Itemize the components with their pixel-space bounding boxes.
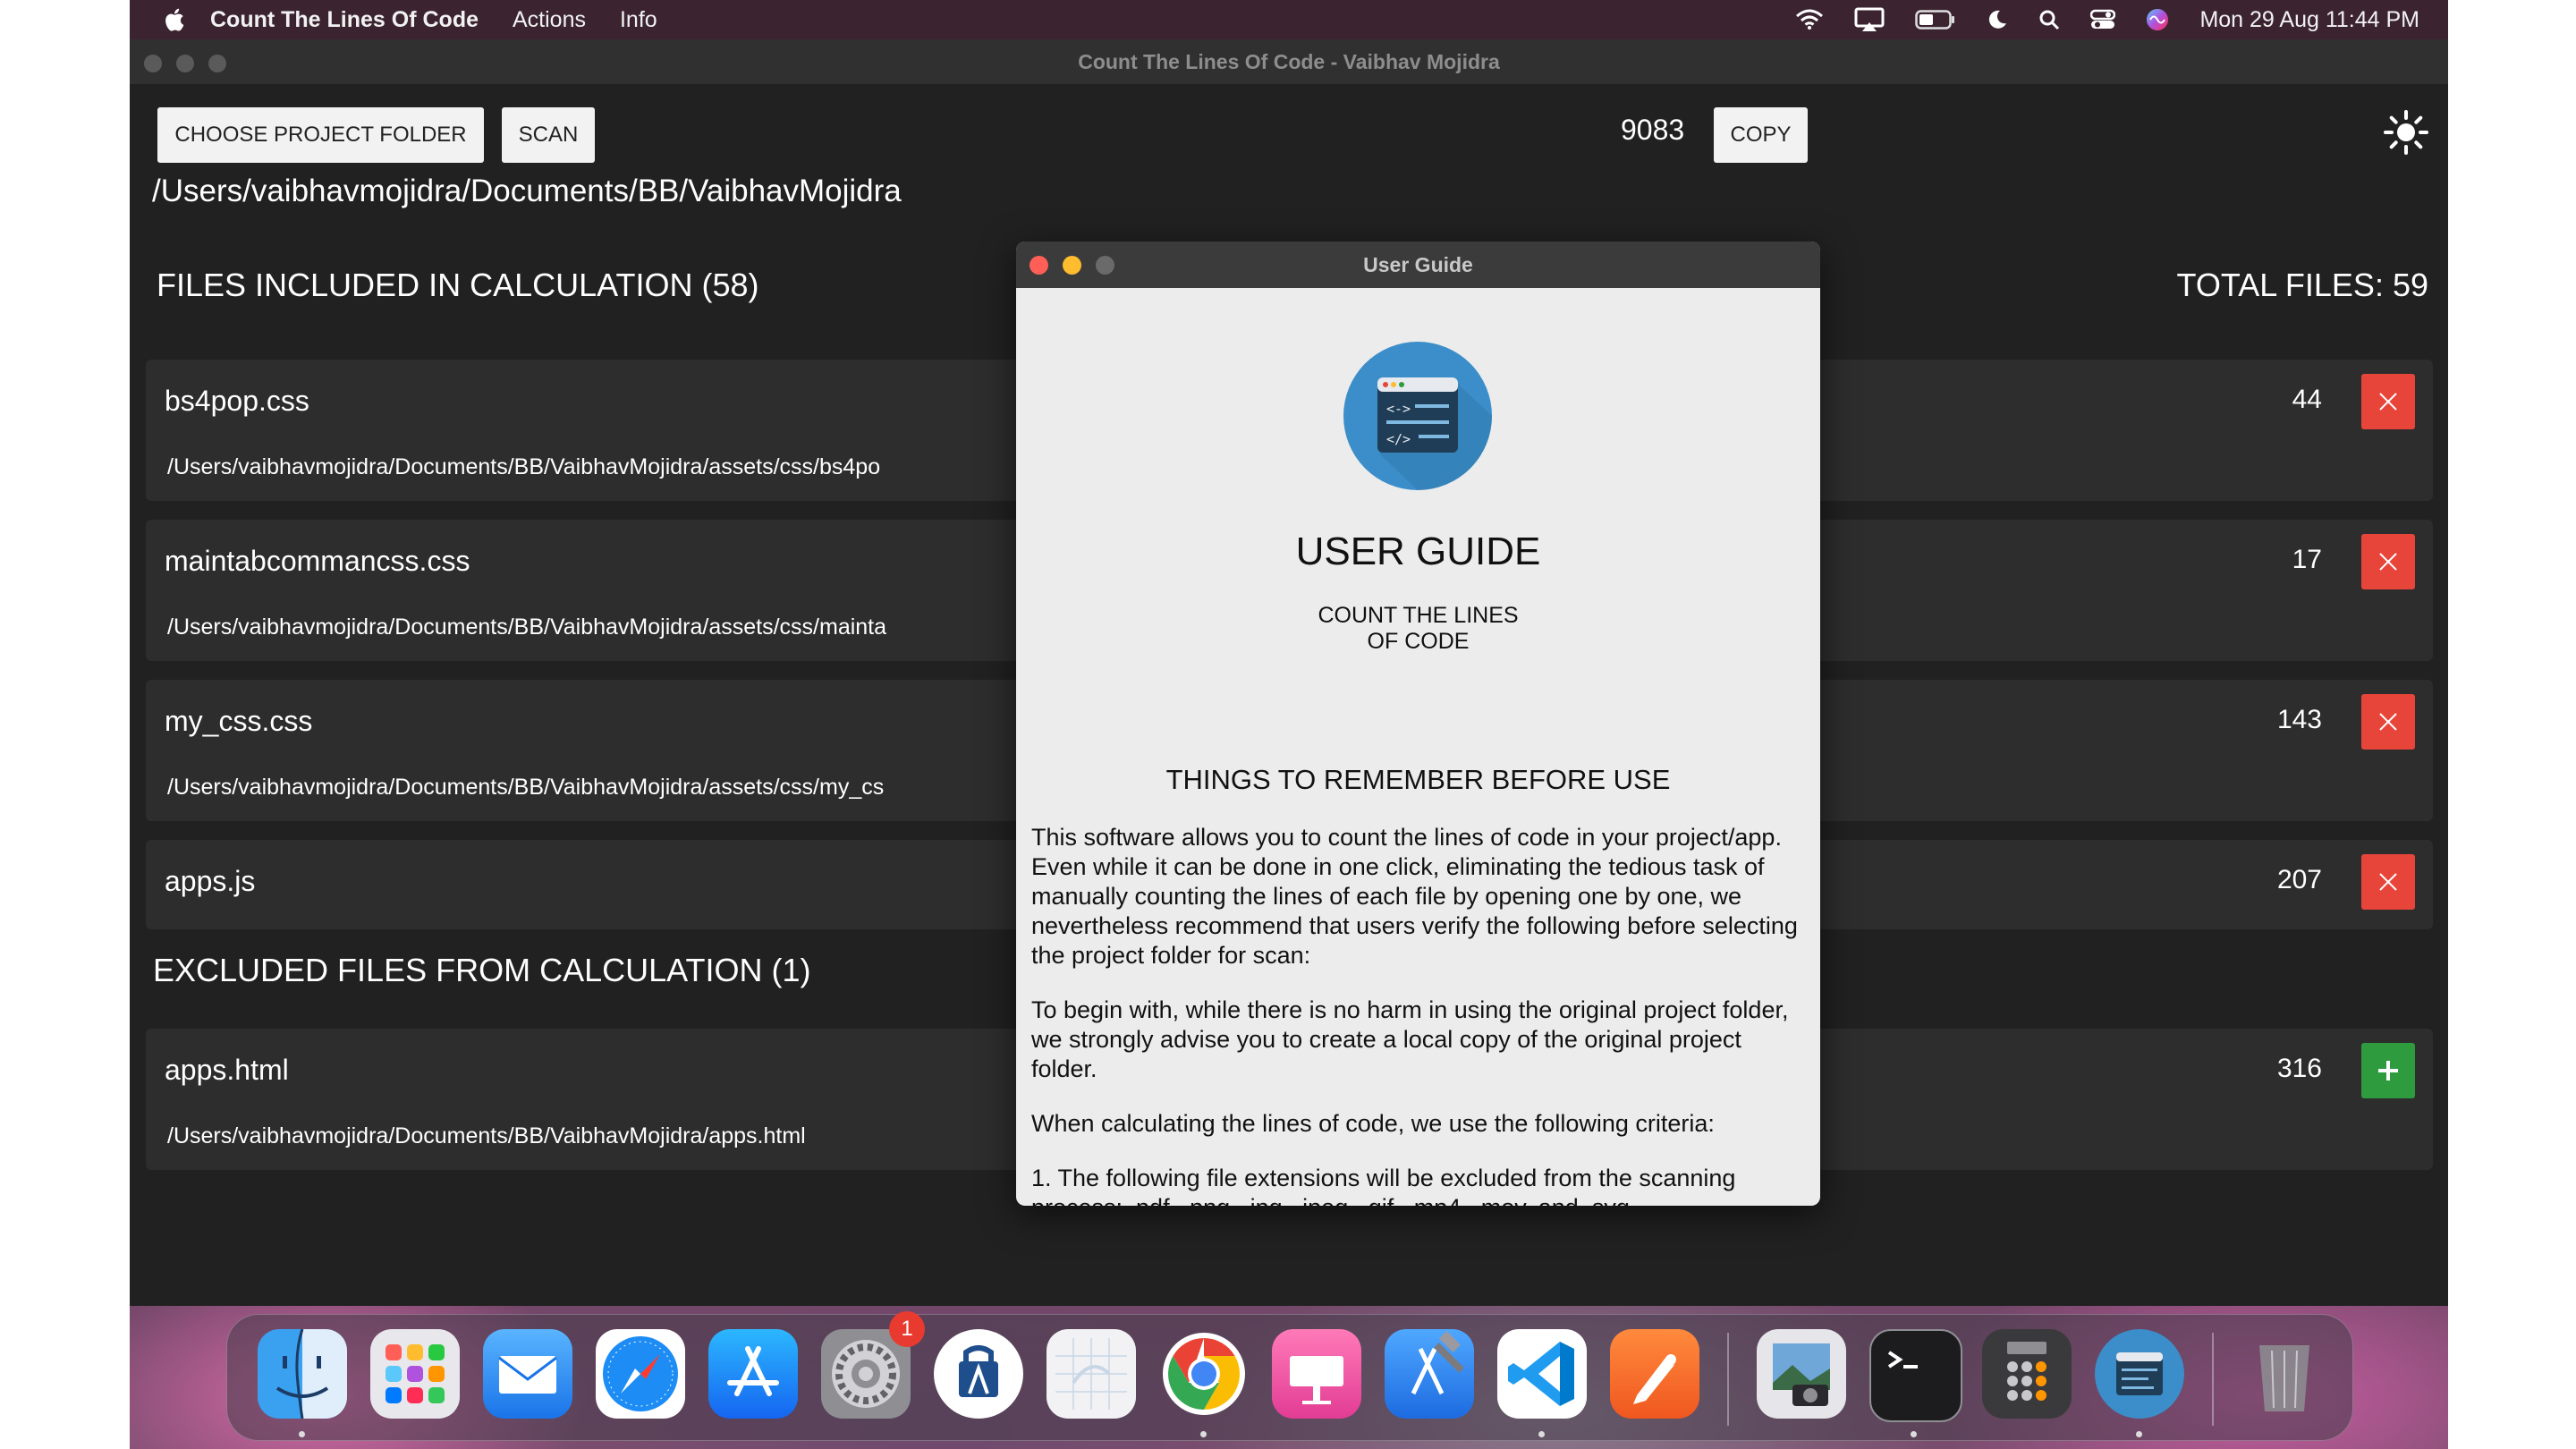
xcode-icon[interactable] bbox=[1385, 1329, 1474, 1419]
choose-project-folder-button[interactable]: CHOOSE PROJECT FOLDER bbox=[157, 107, 484, 163]
file-name: bs4pop.css bbox=[165, 385, 309, 417]
guide-body: This software allows you to count the li… bbox=[1031, 823, 1802, 1206]
menu-bar: Count The Lines Of Code Actions Info Mon… bbox=[130, 0, 2448, 39]
window-title: Count The Lines Of Code - Vaibhav Mojidr… bbox=[1078, 49, 1500, 73]
project-path: /Users/vaibhavmojidra/Documents/BB/Vaibh… bbox=[152, 174, 902, 208]
guide-subtitle-line: OF CODE bbox=[1367, 629, 1470, 654]
file-path: /Users/vaibhavmojidra/Documents/BB/Vaibh… bbox=[167, 775, 885, 800]
menu-clock[interactable]: Mon 29 Aug 11:44 PM bbox=[2199, 7, 2419, 33]
screen-mirroring-icon[interactable] bbox=[1854, 7, 1885, 32]
file-name: apps.js bbox=[165, 865, 256, 897]
file-name: maintabcommancss.css bbox=[165, 545, 470, 577]
include-file-button[interactable] bbox=[2361, 1043, 2415, 1098]
guide-paragraph: To begin with, while there is no harm in… bbox=[1031, 996, 1789, 1082]
terminal-icon[interactable] bbox=[1869, 1329, 1962, 1422]
sketch-icon[interactable] bbox=[1610, 1329, 1699, 1419]
guide-close-button[interactable] bbox=[1030, 256, 1048, 275]
siri-icon[interactable] bbox=[2146, 8, 2169, 31]
svg-text:<->: <-> bbox=[1386, 401, 1411, 417]
trash-icon[interactable] bbox=[2240, 1329, 2329, 1419]
dock-separator bbox=[1727, 1333, 1729, 1426]
guide-section-title: THINGS TO REMEMBER BEFORE USE bbox=[1165, 764, 1671, 795]
file-line-count: 316 bbox=[2276, 1054, 2322, 1083]
file-name: apps.html bbox=[165, 1054, 289, 1086]
notification-badge: 1 bbox=[889, 1311, 925, 1347]
finder-icon[interactable] bbox=[258, 1329, 347, 1419]
close-icon bbox=[2379, 393, 2397, 411]
close-window-button[interactable] bbox=[144, 55, 162, 72]
guide-paragraph: When calculating the lines of code, we u… bbox=[1031, 1110, 1715, 1137]
svg-text:</>: </> bbox=[1386, 431, 1411, 447]
running-indicator bbox=[1911, 1431, 1917, 1437]
excluded-files-heading: EXCLUDED FILES FROM CALCULATION (1) bbox=[153, 952, 811, 988]
theme-toggle-sun-icon[interactable] bbox=[2383, 109, 2429, 156]
guide-content[interactable]: <-> </> USER GUIDE COUNT THE LINES OF CO… bbox=[1016, 288, 1820, 1206]
spotlight-search-icon[interactable] bbox=[2038, 9, 2060, 30]
exclude-file-button[interactable] bbox=[2361, 854, 2415, 910]
file-line-count: 44 bbox=[2292, 385, 2322, 414]
battery-icon[interactable] bbox=[1915, 10, 1956, 30]
file-line-count: 143 bbox=[2276, 705, 2322, 734]
guide-paragraph: This software allows you to count the li… bbox=[1031, 824, 1798, 969]
count-lines-app-icon[interactable] bbox=[2095, 1329, 2184, 1419]
total-lines-count: 9083 bbox=[1621, 114, 1685, 146]
file-path: /Users/vaibhavmojidra/Documents/BB/Vaibh… bbox=[167, 454, 881, 479]
user-guide-window: User Guide <-> </> USER GUIDE COUNT THE … bbox=[1016, 242, 1820, 1206]
guide-paragraph: 1. The following file extensions will be… bbox=[1031, 1165, 1736, 1206]
app-store-icon[interactable] bbox=[708, 1329, 798, 1419]
desktop: Count The Lines Of Code Actions Info Mon… bbox=[130, 0, 2448, 1449]
guide-heading: USER GUIDE bbox=[1295, 530, 1541, 573]
close-icon bbox=[2379, 873, 2397, 891]
scan-button[interactable]: SCAN bbox=[502, 107, 595, 163]
file-path: /Users/vaibhavmojidra/Documents/BB/Vaibh… bbox=[167, 1123, 806, 1148]
launchpad-icon[interactable] bbox=[370, 1329, 460, 1419]
plus-icon bbox=[2378, 1061, 2398, 1080]
visual-studio-code-icon[interactable] bbox=[1497, 1329, 1587, 1419]
menu-info[interactable]: Info bbox=[620, 7, 657, 33]
exclude-file-button[interactable] bbox=[2361, 374, 2415, 429]
total-files-label: TOTAL FILES: 59 bbox=[2176, 267, 2428, 303]
close-icon bbox=[2379, 553, 2397, 571]
file-line-count: 207 bbox=[2276, 865, 2322, 894]
menu-app-name[interactable]: Count The Lines Of Code bbox=[210, 7, 479, 33]
app-logo-icon: <-> </> bbox=[1343, 342, 1492, 490]
guide-zoom-button[interactable] bbox=[1096, 256, 1114, 275]
zoom-window-button[interactable] bbox=[208, 55, 226, 72]
wifi-icon[interactable] bbox=[1795, 9, 1824, 30]
dock: 1 bbox=[226, 1311, 2353, 1441]
apple-logo-icon[interactable] bbox=[164, 6, 189, 33]
exclude-file-button[interactable] bbox=[2361, 534, 2415, 589]
guide-window-title: User Guide bbox=[1363, 252, 1473, 276]
copy-button[interactable]: COPY bbox=[1714, 107, 1808, 163]
running-indicator bbox=[299, 1431, 305, 1437]
running-indicator bbox=[2136, 1431, 2142, 1437]
freeform-icon[interactable] bbox=[1046, 1329, 1136, 1419]
file-line-count: 17 bbox=[2292, 545, 2322, 574]
close-icon bbox=[2379, 713, 2397, 731]
status-area: Mon 29 Aug 11:44 PM bbox=[1795, 7, 2419, 33]
included-files-heading: FILES INCLUDED IN CALCULATION (58) bbox=[157, 267, 759, 303]
dock-separator bbox=[2212, 1333, 2214, 1426]
preview-icon[interactable] bbox=[1757, 1329, 1846, 1419]
minimize-window-button[interactable] bbox=[176, 55, 194, 72]
running-indicator bbox=[1200, 1431, 1207, 1437]
safari-icon[interactable] bbox=[596, 1329, 685, 1419]
guide-minimize-button[interactable] bbox=[1063, 256, 1081, 275]
guide-subtitle-line: COUNT THE LINES bbox=[1318, 603, 1519, 628]
file-name: my_css.css bbox=[165, 705, 313, 737]
focus-moon-icon[interactable] bbox=[1987, 9, 2008, 30]
google-chrome-icon[interactable] bbox=[1159, 1329, 1249, 1419]
calculator-icon[interactable] bbox=[1982, 1329, 2072, 1419]
running-indicator bbox=[1538, 1431, 1545, 1437]
file-path: /Users/vaibhavmojidra/Documents/BB/Vaibh… bbox=[167, 614, 887, 640]
menu-actions[interactable]: Actions bbox=[513, 7, 586, 33]
mail-icon[interactable] bbox=[483, 1329, 572, 1419]
control-center-icon[interactable] bbox=[2090, 9, 2116, 30]
keynote-icon[interactable] bbox=[1272, 1329, 1361, 1419]
guide-titlebar: User Guide bbox=[1016, 242, 1820, 288]
window-titlebar: Count The Lines Of Code - Vaibhav Mojidr… bbox=[130, 39, 2448, 84]
xcode-instruments-icon[interactable] bbox=[934, 1329, 1023, 1419]
guide-subtitle: COUNT THE LINES OF CODE bbox=[1016, 603, 1820, 655]
exclude-file-button[interactable] bbox=[2361, 694, 2415, 750]
